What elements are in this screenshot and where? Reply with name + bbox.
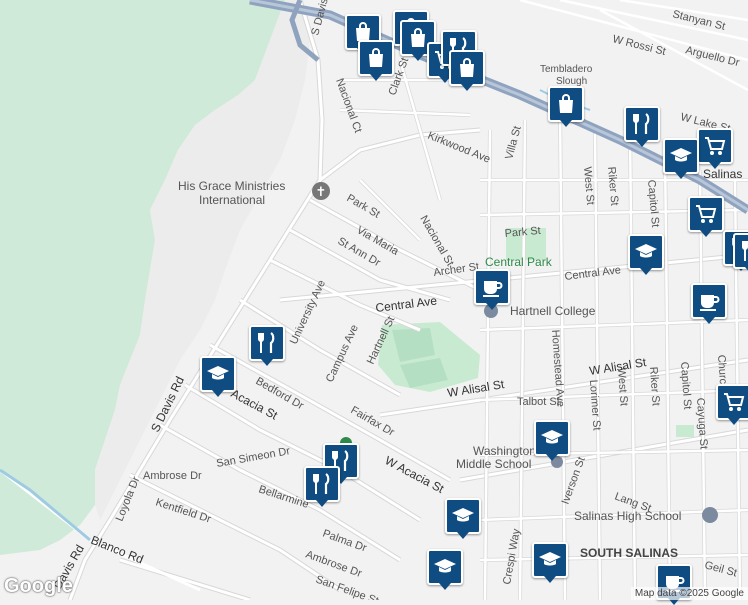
fork-knife-icon xyxy=(255,331,279,355)
label-his-grace-1: His Grace Ministries xyxy=(178,179,285,193)
map-attribution[interactable]: Map data ©2025 Google xyxy=(630,587,748,600)
pin-restaurant-6[interactable] xyxy=(304,466,340,507)
shopping-cart-icon xyxy=(694,202,718,226)
label-washington-1: Washington xyxy=(473,444,536,458)
pin-shop-5[interactable] xyxy=(449,50,485,91)
graduation-cap-icon xyxy=(669,144,693,168)
pin-school-2[interactable] xyxy=(628,234,664,275)
graduation-cap-icon xyxy=(433,555,457,579)
google-logo[interactable]: Google xyxy=(4,575,73,598)
graduation-cap-icon xyxy=(206,362,230,386)
graduation-cap-icon xyxy=(540,426,564,450)
pin-school-5[interactable] xyxy=(445,498,481,539)
pin-shop-6[interactable] xyxy=(548,86,584,127)
pin-restaurant-2[interactable] xyxy=(624,106,660,147)
label-washington-2: Middle School xyxy=(456,457,531,471)
pin-restaurant-7[interactable] xyxy=(733,233,748,274)
label-his-grace-2: International xyxy=(199,193,265,207)
label-ambrose: Ambrose Dr xyxy=(143,470,202,482)
shopping-bag-icon xyxy=(554,92,578,116)
pin-cafe-2[interactable] xyxy=(691,283,727,324)
pin-school-6[interactable] xyxy=(532,542,568,583)
graduation-cap-icon xyxy=(538,548,562,572)
label-tembladero: Tembladero xyxy=(540,64,593,75)
graduation-cap-icon xyxy=(634,240,658,264)
label-salinas-edge: Salinas xyxy=(703,167,742,181)
coffee-cup-icon xyxy=(697,289,721,313)
map-canvas[interactable]: ✝ W Rossi St Stanyan St Arguello Dr Temb… xyxy=(0,0,748,600)
pin-cart-2[interactable] xyxy=(697,128,733,169)
pin-shop-4[interactable] xyxy=(358,40,394,81)
shopping-cart-icon xyxy=(703,134,727,158)
school-field xyxy=(676,425,694,437)
pin-school-1[interactable] xyxy=(663,138,699,179)
pin-school-3[interactable] xyxy=(200,356,236,397)
fork-knife-icon xyxy=(739,239,748,263)
label-talbot: Talbot St xyxy=(517,396,560,408)
fork-knife-icon xyxy=(310,472,334,496)
pin-school-7[interactable] xyxy=(427,549,463,590)
pin-restaurant-4[interactable] xyxy=(249,325,285,366)
pin-cart-3[interactable] xyxy=(688,196,724,237)
label-salinas-hs: Salinas High School xyxy=(574,509,681,523)
fork-knife-icon xyxy=(630,112,654,136)
pin-cafe-1[interactable] xyxy=(474,269,510,310)
label-hartnell-college: Hartnell College xyxy=(510,304,596,318)
graduation-cap-icon xyxy=(451,504,475,528)
cross-icon: ✝ xyxy=(316,185,327,200)
salinas-hs-marker[interactable] xyxy=(702,507,718,523)
coffee-cup-icon xyxy=(480,275,504,299)
label-south-salinas: SOUTH SALINAS xyxy=(580,546,678,560)
pin-cart-4[interactable] xyxy=(716,384,748,425)
shopping-bag-icon xyxy=(455,56,479,80)
label-central-park: Central Park xyxy=(485,255,553,269)
shopping-cart-icon xyxy=(722,390,746,414)
pin-school-4[interactable] xyxy=(534,420,570,461)
shopping-bag-icon xyxy=(364,46,388,70)
